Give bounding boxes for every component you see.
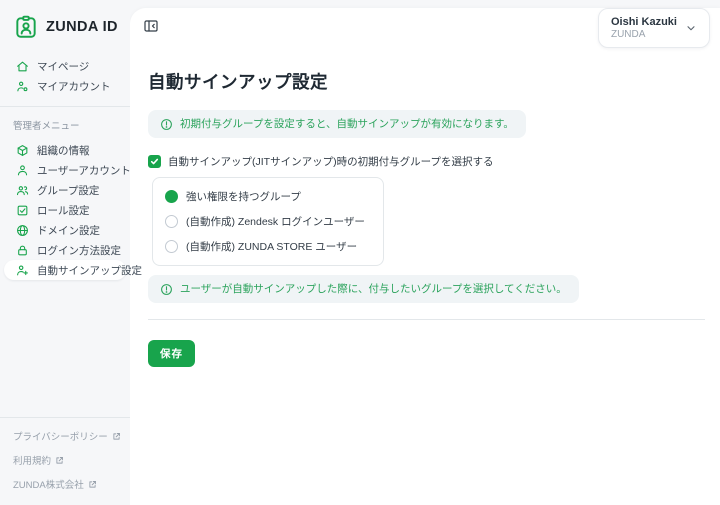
brand-logo: ZUNDA ID bbox=[0, 0, 130, 56]
radio-option-label: (自動作成) ZUNDA STORE ユーザー bbox=[186, 239, 357, 254]
user-name: Oishi Kazuki bbox=[611, 15, 677, 29]
check-icon bbox=[150, 157, 159, 166]
jit-signup-checkbox-row[interactable]: 自動サインアップ(JITサインアップ)時の初期付与グループを選択する bbox=[148, 154, 720, 169]
save-button[interactable]: 保存 bbox=[148, 340, 195, 367]
sidebar-item-label: 自動サインアップ設定 bbox=[37, 263, 142, 278]
user-org: ZUNDA bbox=[611, 29, 677, 41]
id-badge-icon bbox=[13, 14, 39, 40]
info-icon bbox=[160, 118, 173, 131]
sidebar-item-myaccount[interactable]: マイアカウント bbox=[4, 76, 126, 96]
sidebar-collapse-button[interactable] bbox=[143, 18, 159, 34]
sidebar-item-label: マイアカウント bbox=[37, 79, 111, 94]
lock-icon bbox=[16, 244, 29, 257]
sidebar-item-role-settings[interactable]: ロール設定 bbox=[4, 200, 126, 220]
footer-link-label: 利用規約 bbox=[13, 453, 51, 467]
globe-icon bbox=[16, 224, 29, 237]
sidebar-item-label: ユーザーアカウント bbox=[37, 163, 131, 178]
sidebar-item-mypage[interactable]: マイページ bbox=[4, 56, 126, 76]
group-icon bbox=[16, 184, 29, 197]
sidebar-item-label: 組織の情報 bbox=[37, 143, 90, 158]
terms-link[interactable]: 利用規約 bbox=[0, 448, 130, 472]
external-link-icon bbox=[55, 456, 64, 465]
sidebar-item-domain-settings[interactable]: ドメイン設定 bbox=[4, 220, 126, 240]
radio-option-1[interactable]: 強い権限を持つグループ bbox=[165, 184, 365, 209]
footer-link-label: プライバシーポリシー bbox=[13, 429, 108, 443]
jit-signup-checkbox[interactable] bbox=[148, 155, 161, 168]
radio-option-2[interactable]: (自動作成) Zendesk ログインユーザー bbox=[165, 209, 365, 234]
radio-button[interactable] bbox=[165, 215, 178, 228]
panel-collapse-icon bbox=[143, 18, 159, 34]
privacy-policy-link[interactable]: プライバシーポリシー bbox=[0, 424, 130, 448]
external-link-icon bbox=[88, 480, 97, 489]
user-menu-dropdown[interactable]: Oishi Kazuki ZUNDA bbox=[598, 8, 710, 48]
footer-link-label: ZUNDA株式会社 bbox=[13, 477, 84, 491]
info-banner-text: 初期付与グループを設定すると、自動サインアップが有効になります。 bbox=[180, 117, 514, 131]
radio-option-label: (自動作成) Zendesk ログインユーザー bbox=[186, 214, 365, 229]
admin-menu-label: 管理者メニュー bbox=[0, 107, 130, 140]
sidebar-item-organization[interactable]: 組織の情報 bbox=[4, 140, 126, 160]
content-divider bbox=[148, 319, 705, 320]
company-link[interactable]: ZUNDA株式会社 bbox=[0, 472, 130, 505]
user-plus-icon bbox=[16, 264, 29, 277]
radio-button[interactable] bbox=[165, 190, 178, 203]
jit-signup-checkbox-label: 自動サインアップ(JITサインアップ)時の初期付与グループを選択する bbox=[168, 154, 493, 169]
page-title: 自動サインアップ設定 bbox=[148, 69, 720, 94]
sidebar: ZUNDA ID マイページ マイアカウント 管理者メニュー bbox=[0, 0, 130, 505]
user-info: Oishi Kazuki ZUNDA bbox=[611, 15, 677, 41]
info-banner-text: ユーザーが自動サインアップした際に、付与したいグループを選択してください。 bbox=[180, 282, 567, 296]
user-icon bbox=[16, 164, 29, 177]
sidebar-item-auto-signup[interactable]: 自動サインアップ設定 bbox=[4, 260, 126, 280]
radio-option-3[interactable]: (自動作成) ZUNDA STORE ユーザー bbox=[165, 234, 365, 259]
sidebar-item-label: マイページ bbox=[37, 59, 89, 74]
info-banner-bottom: ユーザーが自動サインアップした際に、付与したいグループを選択してください。 bbox=[148, 275, 579, 303]
sidebar-item-group-settings[interactable]: グループ設定 bbox=[4, 180, 126, 200]
admin-menu: 組織の情報 ユーザーアカウント グループ設定 bbox=[0, 140, 130, 280]
chevron-down-icon bbox=[685, 22, 697, 34]
group-radio-box: 強い権限を持つグループ (自動作成) Zendesk ログインユーザー (自動作… bbox=[152, 177, 384, 266]
external-link-icon bbox=[112, 432, 121, 441]
sidebar-footer-divider bbox=[0, 417, 130, 418]
brand-name: ZUNDA ID bbox=[46, 19, 118, 35]
home-icon bbox=[16, 60, 29, 73]
sidebar-item-user-accounts[interactable]: ユーザーアカウント bbox=[4, 160, 126, 180]
user-menu: マイページ マイアカウント bbox=[0, 56, 130, 96]
radio-option-label: 強い権限を持つグループ bbox=[186, 189, 301, 204]
sidebar-item-label: グループ設定 bbox=[37, 183, 99, 198]
sidebar-footer: プライバシーポリシー 利用規約 ZUNDA株式会社 bbox=[0, 407, 130, 505]
sidebar-item-label: ログイン方法設定 bbox=[37, 243, 121, 258]
radio-button[interactable] bbox=[165, 240, 178, 253]
info-icon bbox=[160, 283, 173, 296]
sidebar-item-login-method[interactable]: ログイン方法設定 bbox=[4, 240, 126, 260]
account-icon bbox=[16, 80, 29, 93]
sidebar-item-label: ロール設定 bbox=[37, 203, 90, 218]
organization-icon bbox=[16, 144, 29, 157]
role-check-icon bbox=[16, 204, 29, 217]
main-panel: 自動サインアップ設定 初期付与グループを設定すると、自動サインアップが有効になり… bbox=[130, 8, 720, 505]
sidebar-item-label: ドメイン設定 bbox=[37, 223, 100, 238]
info-banner-top: 初期付与グループを設定すると、自動サインアップが有効になります。 bbox=[148, 110, 526, 138]
